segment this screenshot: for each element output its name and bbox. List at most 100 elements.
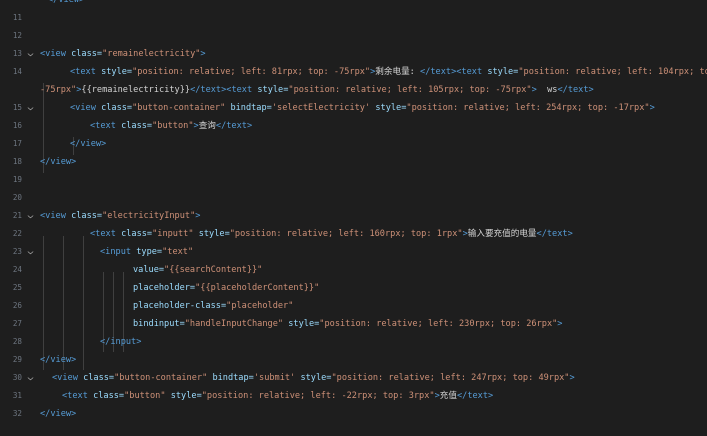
code-token: <text <box>62 391 88 401</box>
code-token: </view> <box>70 139 107 149</box>
line-number: 23 <box>12 247 22 256</box>
code-line[interactable]: </view> <box>0 0 707 9</box>
code-content: placeholder-class="placeholder" <box>133 297 293 315</box>
code-token: bindinput= <box>133 319 185 329</box>
code-line[interactable]: 21 ⌵ <view class="electricityInput"> <box>0 207 707 225</box>
code-token: <input <box>100 247 132 257</box>
code-line[interactable]: 18 </view> <box>0 153 707 171</box>
code-token: style= <box>375 103 407 113</box>
code-token: "remainelectricity" <box>102 49 201 59</box>
code-token: "{{searchContent}}" <box>164 265 263 275</box>
code-token: "electricityInput" <box>102 211 196 221</box>
code-token: "position: relative; left: 104rpx; top: <box>518 67 707 77</box>
code-line[interactable]: 12 <box>0 27 707 45</box>
line-number: 20 <box>12 193 22 202</box>
fold-chevron-icon[interactable]: ⌵ <box>25 369 36 387</box>
code-token: </text><text <box>420 67 483 77</box>
code-line[interactable]: 25 placeholder="{{placeholderContent}}" <box>0 279 707 297</box>
code-line[interactable]: 17 </view> <box>0 135 707 153</box>
code-content: <view class="electricityInput"> <box>40 207 200 225</box>
code-token: <text <box>70 67 96 77</box>
code-token: style= <box>300 373 332 383</box>
code-token: placeholder= <box>133 283 196 293</box>
code-content: </view> <box>40 405 76 423</box>
code-token: 'selectElectricity' <box>271 103 371 113</box>
code-editor[interactable]: </view> 11 12 13 ⌵ <view class="remainelectri… <box>0 0 707 436</box>
code-token: "placeholder" <box>226 301 294 311</box>
code-token: "button-container" <box>132 103 226 113</box>
code-token: style= <box>487 67 519 77</box>
line-number: 22 <box>12 229 22 238</box>
code-token: -75rpx" <box>40 85 77 95</box>
code-line[interactable]: 32 </view> <box>0 405 707 423</box>
code-token: bindtap= <box>212 373 254 383</box>
line-number: 24 <box>12 265 22 274</box>
line-number: 21 <box>12 211 22 220</box>
code-content: <view class="remainelectricity"> <box>40 45 206 63</box>
code-content: <input type="text" <box>100 243 193 261</box>
code-token: "text" <box>162 247 194 257</box>
code-line[interactable]: 20 <box>0 189 707 207</box>
code-token: class= <box>121 121 153 131</box>
line-number: 13 <box>12 49 22 58</box>
code-content: <text class="button" style="position: re… <box>62 387 493 405</box>
code-token: </text> <box>536 229 573 239</box>
code-line[interactable]: 28 </input> <box>0 333 707 351</box>
code-token: <view <box>40 49 66 59</box>
fold-chevron-icon[interactable]: ⌵ <box>25 45 36 63</box>
code-content: placeholder="{{placeholderContent}}" <box>133 279 319 297</box>
code-line[interactable]: 22 <text class="inputt" style="position: … <box>0 225 707 243</box>
code-content: </view> <box>48 0 84 9</box>
line-number: 14 <box>12 67 22 76</box>
code-line[interactable]: 15 ⌵ <view class="button-container" bindta… <box>0 99 707 117</box>
code-token: </text> <box>215 121 253 131</box>
fold-chevron-icon[interactable]: ⌵ <box>25 99 36 117</box>
code-line[interactable]: 27 bindinput="handleInputChange" style="p… <box>0 315 707 333</box>
code-line[interactable]: 31 <text class="button" style="position: … <box>0 387 707 405</box>
code-token: value= <box>133 265 165 275</box>
code-token: bindtap= <box>230 103 272 113</box>
code-token: class= <box>121 229 153 239</box>
code-line[interactable]: 13 ⌵ <view class="remainelectricity"> <box>0 45 707 63</box>
code-token: "position: relative; left: 81rpx; top: -… <box>132 67 371 77</box>
code-line[interactable]: 11 <box>0 9 707 27</box>
fold-chevron-icon[interactable]: ⌵ <box>25 243 36 261</box>
line-number: 30 <box>12 373 22 382</box>
code-line[interactable]: 24 value="{{searchContent}}" <box>0 261 707 279</box>
code-token: 输入要充值的电量 <box>467 229 537 239</box>
code-line[interactable]: 29 </view> <box>0 351 707 369</box>
line-number: 16 <box>12 121 22 130</box>
code-token: 查询 <box>198 121 216 131</box>
code-token: "button-container" <box>114 373 208 383</box>
code-token: type= <box>136 247 163 257</box>
code-token: class= <box>93 391 125 401</box>
code-line[interactable]: 14 <text style="position: relative; left:… <box>0 63 707 81</box>
code-token: </input> <box>100 337 142 347</box>
code-content: </view> <box>40 351 76 369</box>
code-line[interactable]: 19 <box>0 171 707 189</box>
code-line[interactable]: 30 ⌵ <view class="button-container" bindta… <box>0 369 707 387</box>
code-token: </text> <box>557 85 594 95</box>
line-number: 28 <box>12 337 22 346</box>
code-token: > <box>195 211 201 221</box>
code-token: </text> <box>456 391 494 401</box>
code-token: </view> <box>40 355 77 365</box>
code-token: "handleInputChange" <box>184 319 284 329</box>
code-token: class= <box>83 373 115 383</box>
code-token: "inputt" <box>152 229 194 239</box>
code-line[interactable]: 26 placeholder-class="placeholder" <box>0 297 707 315</box>
code-token: > <box>569 373 575 383</box>
code-token: </view> <box>40 157 77 167</box>
code-token: </text><text <box>190 85 253 95</box>
code-line[interactable]: -75rpx">{{remainelectricity}}</text><tex… <box>0 81 707 99</box>
code-token: "position: relative; left: 160rpx; top: … <box>229 229 463 239</box>
line-number: 12 <box>12 31 22 40</box>
code-token: <view <box>52 373 78 383</box>
code-line[interactable]: 23 ⌵ <input type="text" <box>0 243 707 261</box>
fold-chevron-icon[interactable]: ⌵ <box>25 207 36 225</box>
code-content: <view class="button-container" bindtap='… <box>70 99 655 117</box>
code-line[interactable]: 16 <text class="button">查询</text> <box>0 117 707 135</box>
code-token: "{{placeholderContent}}" <box>195 283 320 293</box>
line-number: 31 <box>12 391 22 400</box>
code-content: -75rpx">{{remainelectricity}}</text><tex… <box>40 81 594 99</box>
